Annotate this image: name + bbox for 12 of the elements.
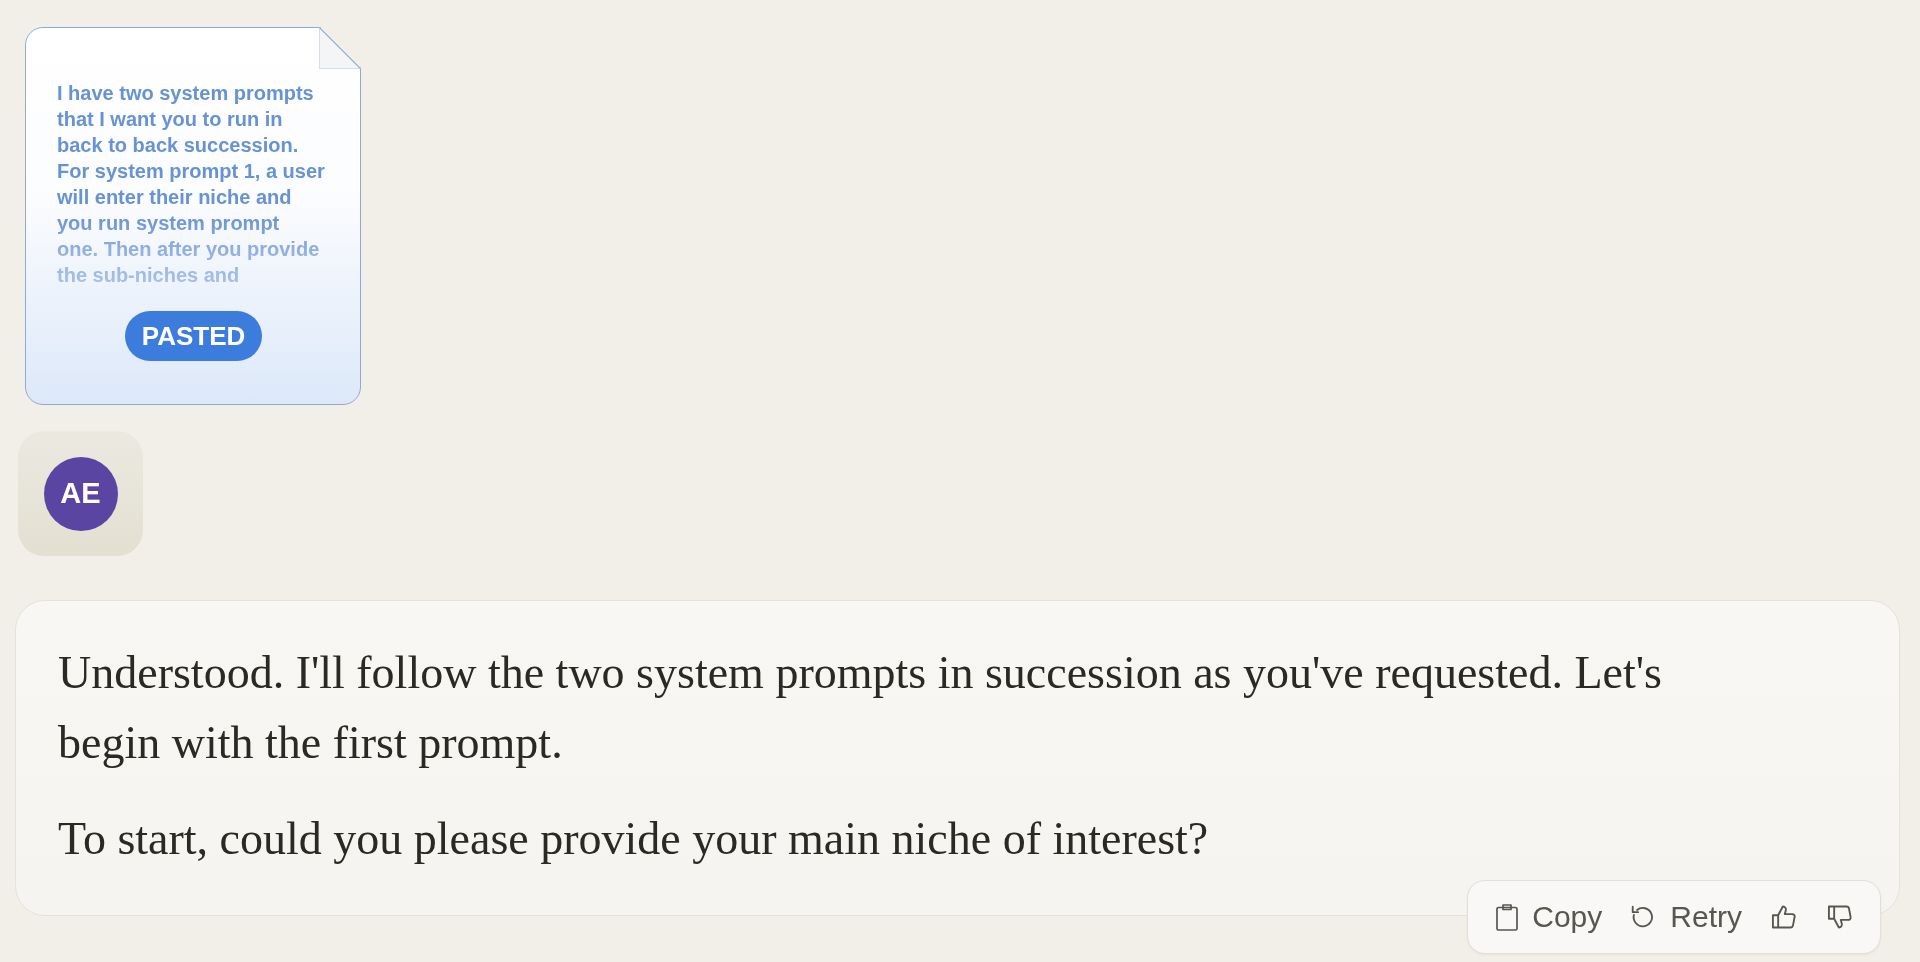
pasted-text-card[interactable] (25, 27, 361, 405)
pasted-text-preview: I have two system prompts that I want you to run in back to back succession. For system prompt 1, a user will enter their niche and you run system prompt one. Then after you provide the sub-niches and (57, 81, 326, 288)
thumbs-up-icon (1770, 903, 1798, 931)
folded-corner-icon (319, 27, 361, 69)
pasted-badge: PASTED (124, 311, 263, 361)
clipboard-icon (1496, 903, 1519, 931)
copy-button[interactable]: Copy (1490, 894, 1609, 940)
thumbs-down-icon (1826, 903, 1854, 931)
user-avatar: AE (43, 456, 118, 531)
message-paragraph: To start, could you please provide your main niche of interest? (58, 812, 1210, 866)
message-paragraph: Understood. I'll follow the two system prompts in succession as you've requested. Let's begin with the first prompt. (58, 646, 1663, 770)
retry-button[interactable]: Retry (1624, 894, 1748, 940)
